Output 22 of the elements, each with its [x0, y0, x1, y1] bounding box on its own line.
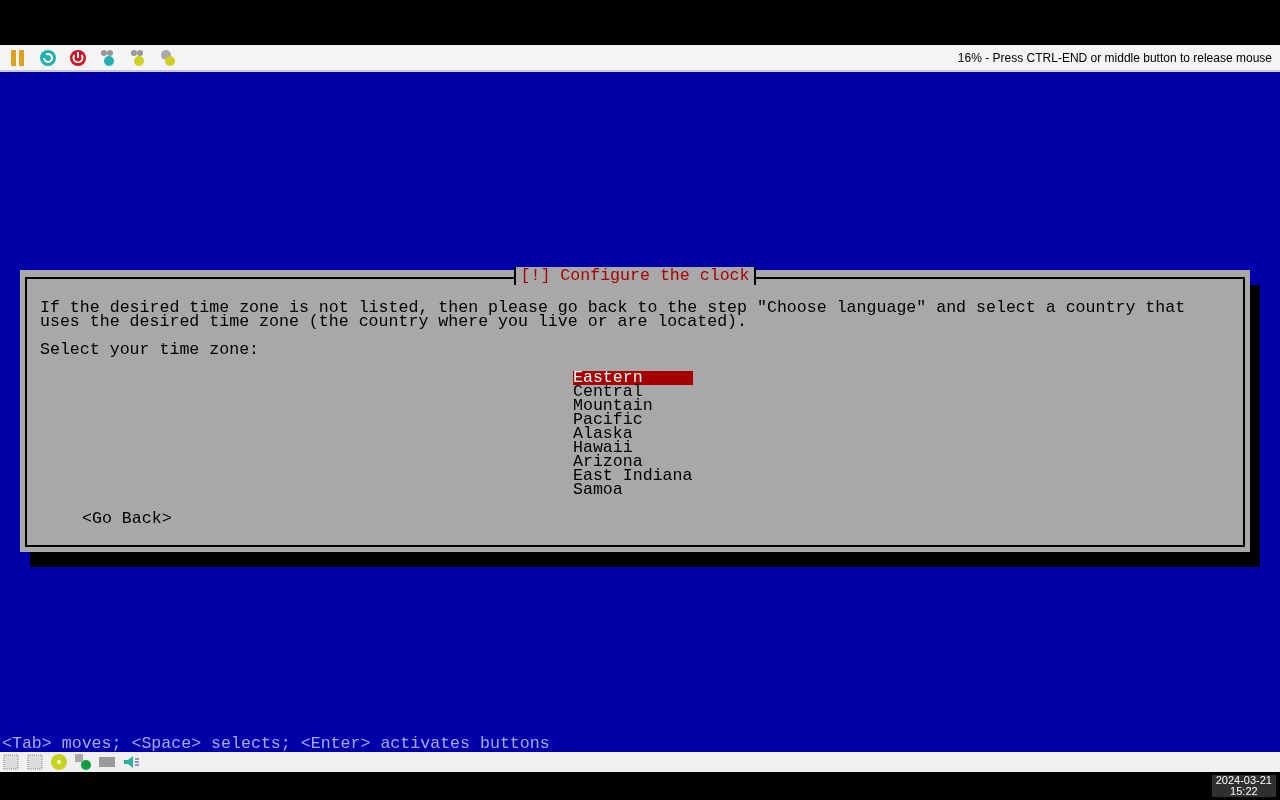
timezone-option[interactable]: Mountain [573, 399, 693, 413]
timezone-option[interactable]: East Indiana [573, 469, 693, 483]
timezone-option[interactable]: Alaska [573, 427, 693, 441]
status-text: 16% - Press CTRL-END or middle button to release mouse [957, 49, 1272, 67]
description-text: If the desired time zone is not listed, then please go back to the step "Choose language" and select a country that uses the desired time zone (the country where you live or are located). [40, 301, 1187, 329]
network-icon[interactable] [74, 753, 92, 771]
timezone-option[interactable]: Pacific [573, 413, 693, 427]
timezone-option[interactable]: Samoa [573, 483, 693, 497]
go-back-button[interactable]: <Go Back> [82, 512, 172, 526]
clock-date: 2024-03-21 [1215, 775, 1272, 786]
dialog-title: [!] Configure the clock [514, 267, 756, 285]
prompt-text: Select your time zone: [40, 343, 261, 357]
timezone-option[interactable]: Hawaii [573, 441, 693, 455]
power-icon[interactable] [68, 47, 88, 68]
clock-time: 15:22 [1230, 786, 1258, 797]
reset-icon[interactable] [38, 47, 58, 68]
timezone-option[interactable]: Central [573, 385, 693, 399]
cdrom-icon[interactable] [50, 753, 68, 771]
timezone-option[interactable]: Eastern [573, 371, 693, 385]
help-text: <Tab> moves; <Space> selects; <Enter> activates buttons [1, 737, 551, 752]
timezone-option[interactable]: Arizona [573, 455, 693, 469]
speaker-icon[interactable] [122, 753, 140, 771]
